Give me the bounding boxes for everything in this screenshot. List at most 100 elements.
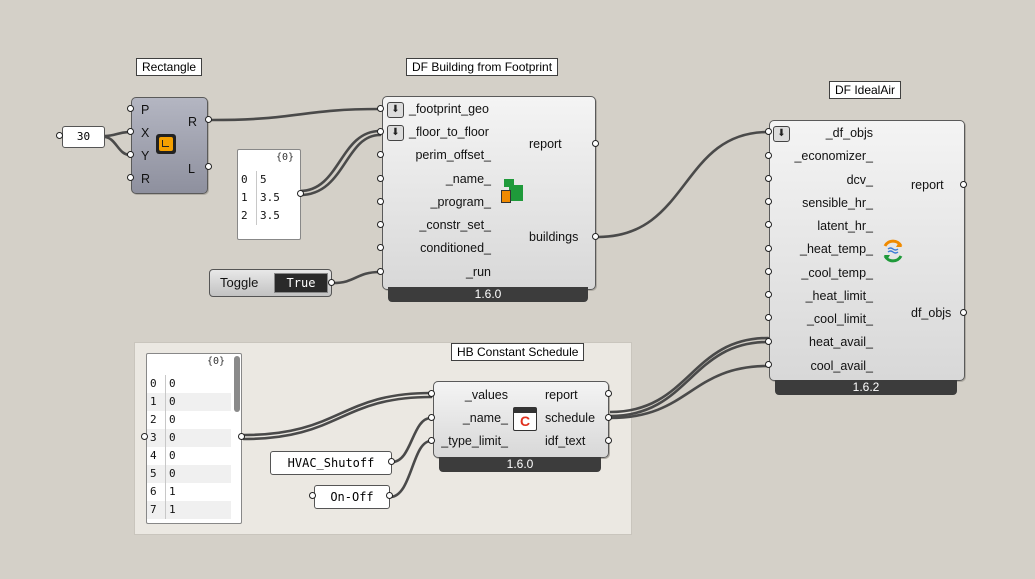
wire-sched-cool xyxy=(608,364,770,420)
row-value: 1 xyxy=(165,483,176,501)
port-run[interactable] xyxy=(377,268,384,275)
list-item: 3 0 xyxy=(147,429,231,447)
boolean-toggle[interactable]: Toggle True xyxy=(209,269,332,297)
row-value: 0 xyxy=(165,375,176,393)
calendar-icon: C xyxy=(513,407,537,431)
idealair-port-heat-limit[interactable] xyxy=(765,291,772,298)
df-idealair-component[interactable]: ⬇ _df_objs _economizer_ dcv_ sensible_hr… xyxy=(769,120,965,381)
rect-port-r-out[interactable] xyxy=(205,116,212,123)
name-string-port-out[interactable] xyxy=(388,458,395,465)
df-building-component[interactable]: ⬇ ⬇ _footprint_geo _floor_to_floor perim… xyxy=(382,96,596,290)
type-string-port-out[interactable] xyxy=(386,492,393,499)
port-report-out[interactable] xyxy=(592,140,599,147)
input-heat-limit: _heat_limit_ xyxy=(805,289,873,303)
list-item: 5 0 xyxy=(147,465,231,483)
list-item: 1 3.5 xyxy=(238,189,300,207)
list-item: 1 0 xyxy=(147,393,231,411)
input-conditioned: conditioned_ xyxy=(420,241,491,255)
input-floor-to-floor: _floor_to_floor xyxy=(409,125,489,139)
list-item: 4 0 xyxy=(147,447,231,465)
output-schedule: schedule xyxy=(545,411,596,425)
port-conditioned[interactable] xyxy=(377,244,384,251)
port-name[interactable] xyxy=(377,175,384,182)
rect-port-p[interactable] xyxy=(127,105,134,112)
type-limit-input[interactable]: On-Off xyxy=(314,485,390,509)
idealair-port-dcv[interactable] xyxy=(765,175,772,182)
flatten-icon[interactable]: ⬇ xyxy=(387,102,404,118)
floor-height-panel[interactable]: {0} 0 5 1 3.5 2 3.5 xyxy=(237,149,301,240)
row-value: 5 xyxy=(256,171,267,189)
idealair-port-sensible-hr[interactable] xyxy=(765,198,772,205)
rect-port-y[interactable] xyxy=(127,151,134,158)
idealair-port-report-out[interactable] xyxy=(960,181,967,188)
rect-port-x[interactable] xyxy=(127,128,134,135)
toggle-value[interactable]: True xyxy=(274,273,328,293)
schedule-port-values[interactable] xyxy=(428,390,435,397)
row-index: 2 xyxy=(150,413,157,426)
flatten-icon[interactable]: ⬇ xyxy=(387,125,404,141)
schedule-name-input[interactable]: HVAC_Shutoff xyxy=(270,451,392,475)
idealair-port-df-objs-out[interactable] xyxy=(960,309,967,316)
schedule-port-report-out[interactable] xyxy=(605,390,612,397)
list-item: 0 5 xyxy=(238,171,300,189)
input-heat-temp: _heat_temp_ xyxy=(800,242,873,256)
row-value: 0 xyxy=(165,447,176,465)
panel-header: {0} xyxy=(206,356,225,367)
df-idealair-title: DF IdealAir xyxy=(829,81,902,99)
number-input-30[interactable]: 30 xyxy=(62,126,105,148)
wire-slider-x xyxy=(102,130,132,138)
input-values: _values xyxy=(464,388,508,402)
rect-output-r: R xyxy=(188,115,198,129)
idealair-port-cool-avail[interactable] xyxy=(765,361,772,368)
values-panel-port-out[interactable] xyxy=(238,433,245,440)
wire-floor-1 xyxy=(298,129,382,193)
row-index: 2 xyxy=(241,209,248,222)
flatten-icon[interactable]: ⬇ xyxy=(773,126,790,142)
wire-slider-y xyxy=(102,135,132,157)
idealair-port-economizer[interactable] xyxy=(765,152,772,159)
port-constr-set[interactable] xyxy=(377,221,384,228)
port-footprint-geo[interactable] xyxy=(377,105,384,112)
values-panel-port-in[interactable] xyxy=(141,433,148,440)
values-panel[interactable]: {0} 0 0 1 0 2 0 3 0 4 0 5 0 6 1 7 1 xyxy=(146,353,242,524)
idealair-port-heat-temp[interactable] xyxy=(765,245,772,252)
rect-input-y: Y xyxy=(141,149,150,163)
rect-input-p: P xyxy=(141,103,150,117)
output-report: report xyxy=(545,388,578,402)
input-name: _name_ xyxy=(462,411,508,425)
input-run: _run xyxy=(465,265,491,279)
idealair-port-cool-limit[interactable] xyxy=(765,314,772,321)
rect-port-r-in[interactable] xyxy=(127,174,134,181)
rectangle-title: Rectangle xyxy=(136,58,203,76)
type-string-port-in[interactable] xyxy=(309,492,316,499)
wire-toggle-run xyxy=(331,270,382,285)
input-sensible-hr: sensible_hr_ xyxy=(802,196,873,210)
input-cool-temp: _cool_temp_ xyxy=(801,266,873,280)
rectangle-component[interactable]: P X Y R R L xyxy=(131,97,208,194)
toggle-port-out[interactable] xyxy=(328,279,335,286)
port-floor-to-floor[interactable] xyxy=(377,128,384,135)
panel-header: {0} xyxy=(275,152,294,163)
rect-port-l-out[interactable] xyxy=(205,163,212,170)
input-constr-set: _constr_set_ xyxy=(419,218,491,232)
wire-rect-footprint xyxy=(210,107,382,122)
idealair-port-cool-temp[interactable] xyxy=(765,268,772,275)
idealair-port-heat-avail[interactable] xyxy=(765,338,772,345)
wire-floor-2 xyxy=(298,133,382,197)
idealair-port-df-objs[interactable] xyxy=(765,128,772,135)
port-program[interactable] xyxy=(377,198,384,205)
port-perim-offset[interactable] xyxy=(377,151,384,158)
idealair-port-latent-hr[interactable] xyxy=(765,221,772,228)
panel-scrollbar[interactable] xyxy=(234,356,240,412)
number-port-left[interactable] xyxy=(56,132,63,139)
schedule-port-schedule-out[interactable] xyxy=(605,414,612,421)
hb-schedule-component[interactable]: _values _name_ _type_limit_ report sched… xyxy=(433,381,609,458)
row-index: 5 xyxy=(150,467,157,480)
schedule-port-idf-out[interactable] xyxy=(605,437,612,444)
rectangle-icon xyxy=(156,134,176,154)
port-buildings-out[interactable] xyxy=(592,233,599,240)
floor-panel-port-out[interactable] xyxy=(297,190,304,197)
schedule-port-name[interactable] xyxy=(428,414,435,421)
input-cool-avail: cool_avail_ xyxy=(810,359,873,373)
schedule-port-type-limit[interactable] xyxy=(428,437,435,444)
